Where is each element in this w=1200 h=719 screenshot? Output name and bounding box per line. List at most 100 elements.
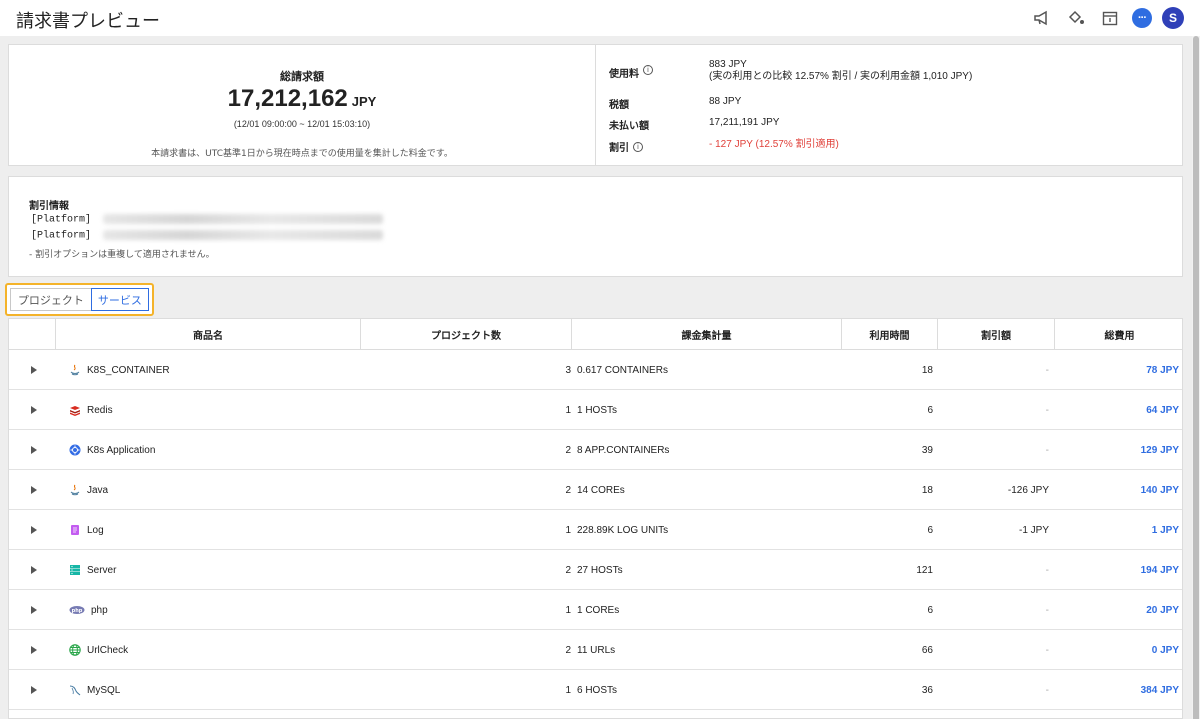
scrollbar-thumb[interactable] bbox=[1193, 36, 1199, 719]
total-cost[interactable]: 1 JPY bbox=[1059, 510, 1179, 550]
info-icon[interactable]: i bbox=[643, 65, 653, 75]
expand-arrow-icon[interactable] bbox=[31, 366, 37, 374]
col-project-count[interactable]: プロジェクト数 bbox=[361, 319, 572, 349]
expand-toggle[interactable] bbox=[31, 470, 41, 510]
total-cost[interactable]: 20 JPY bbox=[1059, 590, 1179, 630]
table-row[interactable]: Log 1 228.89K LOG UNITs 6 -1 JPY 1 JPY bbox=[9, 510, 1182, 550]
col-total[interactable]: 総費用 bbox=[1055, 319, 1182, 349]
discount-amount: -126 JPY bbox=[1007, 484, 1049, 496]
redis-icon bbox=[70, 406, 80, 416]
total-cost[interactable]: 129 JPY bbox=[1059, 430, 1179, 470]
table-row[interactable]: UrlCheck 2 11 URLs 66 - 0 JPY bbox=[9, 630, 1182, 670]
total-cost[interactable]: 140 JPY bbox=[1059, 470, 1179, 510]
usage-time: 6 bbox=[927, 604, 933, 616]
expand-toggle[interactable] bbox=[31, 590, 41, 630]
product-name: MySQL bbox=[87, 684, 121, 696]
globe-icon bbox=[69, 644, 81, 656]
view-toggle: プロジェクト サービス bbox=[5, 283, 154, 316]
col-discount[interactable]: 割引額 bbox=[938, 319, 1055, 349]
product-name: UrlCheck bbox=[87, 644, 129, 656]
usage-fee-row: 使用料 i 883 JPY (実の利用との比較 12.57% 割引 / 実の利用金額… bbox=[609, 59, 972, 83]
product-name: Server bbox=[87, 564, 117, 576]
total-cost[interactable]: 194 JPY bbox=[1059, 550, 1179, 590]
project-count: 3 bbox=[565, 364, 571, 376]
mysql-icon bbox=[69, 685, 81, 696]
service-table: 商品名 プロジェクト数 課金集計量 利用時間 割引額 総費用 K8S_CONTA… bbox=[8, 318, 1183, 719]
expand-toggle[interactable] bbox=[31, 390, 41, 430]
expand-arrow-icon[interactable] bbox=[31, 566, 37, 574]
usage-time: 121 bbox=[916, 564, 933, 576]
info-icon[interactable]: i bbox=[633, 141, 643, 152]
usage-amount: 0.617 CONTAINERs bbox=[577, 364, 668, 376]
discount-amount: - bbox=[1045, 444, 1049, 456]
usage-amount: 6 HOSTs bbox=[577, 684, 618, 696]
project-count: 1 bbox=[565, 524, 571, 536]
table-row[interactable]: Java 2 14 COREs 18 -126 JPY 140 JPY bbox=[9, 470, 1182, 510]
expand-arrow-icon[interactable] bbox=[31, 486, 37, 494]
product-name: Java bbox=[87, 484, 109, 496]
unpaid-value: 17,211,191 JPY bbox=[709, 117, 780, 128]
total-section: 総請求額 17,212,162 JPY (12/01 09:00:00 ~ 12/… bbox=[9, 45, 596, 165]
table-row[interactable]: K8s Application 2 8 APP.CONTAINERs 39 - … bbox=[9, 430, 1182, 470]
col-usage-time[interactable]: 利用時間 bbox=[842, 319, 938, 349]
expand-toggle[interactable] bbox=[31, 550, 41, 590]
project-count: 2 bbox=[565, 484, 571, 496]
table-row[interactable]: MySQL 1 6 HOSTs 36 - 384 JPY bbox=[9, 670, 1182, 710]
product-cell: K8s Application bbox=[69, 430, 155, 470]
log-icon bbox=[71, 525, 79, 535]
discount-amount: - bbox=[1045, 564, 1049, 576]
tax-label: 税額 bbox=[609, 100, 629, 111]
expand-toggle[interactable] bbox=[31, 510, 41, 550]
usage-fee-label: 使用料 bbox=[609, 69, 639, 80]
discount-amount: - bbox=[1045, 644, 1049, 656]
platform-discount-2: [Platform] bbox=[31, 230, 384, 242]
usage-time: 6 bbox=[927, 524, 933, 536]
total-cost[interactable]: 0 JPY bbox=[1059, 630, 1179, 670]
expand-arrow-icon[interactable] bbox=[31, 646, 37, 654]
discount-heading: 割引情報 bbox=[29, 201, 69, 212]
total-cost[interactable]: 384 JPY bbox=[1059, 670, 1179, 710]
table-row[interactable]: Server 2 27 HOSTs 121 - 194 JPY bbox=[9, 550, 1182, 590]
total-cost[interactable]: 64 JPY bbox=[1059, 390, 1179, 430]
expand-toggle[interactable] bbox=[31, 350, 41, 390]
expand-arrow-icon[interactable] bbox=[31, 686, 37, 694]
tax-value: 88 JPY bbox=[709, 96, 742, 107]
col-usage[interactable]: 課金集計量 bbox=[572, 319, 842, 349]
table-header: 商品名 プロジェクト数 課金集計量 利用時間 割引額 総費用 bbox=[9, 319, 1182, 350]
discount-label: 割引 bbox=[609, 143, 629, 154]
tab-project[interactable]: プロジェクト bbox=[10, 288, 91, 311]
paint-bucket-icon[interactable] bbox=[1064, 6, 1088, 30]
vertical-scrollbar[interactable] bbox=[1192, 36, 1200, 719]
total-label: 総請求額 bbox=[280, 70, 324, 83]
expand-arrow-icon[interactable] bbox=[31, 446, 37, 454]
product-cell: php php bbox=[69, 590, 108, 630]
total-cost[interactable]: 78 JPY bbox=[1059, 350, 1179, 390]
product-name: K8s Application bbox=[87, 444, 156, 456]
platform-label: [Platform] bbox=[31, 230, 92, 242]
usage-amount: 228.89K LOG UNITs bbox=[577, 524, 669, 536]
col-product-name[interactable]: 商品名 bbox=[56, 319, 361, 349]
expand-arrow-icon[interactable] bbox=[31, 526, 37, 534]
usage-time: 6 bbox=[927, 404, 933, 416]
table-row[interactable]: Redis 1 1 HOSTs 6 - 64 JPY bbox=[9, 390, 1182, 430]
expand-toggle[interactable] bbox=[31, 670, 41, 710]
usage-time: 36 bbox=[921, 684, 933, 696]
expand-column-header bbox=[9, 319, 56, 349]
expand-arrow-icon[interactable] bbox=[31, 606, 37, 614]
megaphone-icon[interactable] bbox=[1030, 6, 1054, 30]
avatar[interactable]: S bbox=[1162, 7, 1184, 29]
usage-amount: 8 APP.CONTAINERs bbox=[577, 444, 670, 456]
tax-row: 税額 88 JPY bbox=[609, 96, 741, 111]
chat-icon[interactable]: ··· bbox=[1132, 8, 1152, 28]
product-name: php bbox=[91, 604, 108, 616]
table-row[interactable]: K8S_CONTAINER 3 0.617 CONTAINERs 18 - 78… bbox=[9, 350, 1182, 390]
table-row[interactable]: php php 1 1 COREs 6 - 20 JPY bbox=[9, 590, 1182, 630]
usage-amount: 27 HOSTs bbox=[577, 564, 623, 576]
expand-toggle[interactable] bbox=[31, 630, 41, 670]
tab-service[interactable]: サービス bbox=[90, 288, 149, 311]
discount-amount: - bbox=[1045, 684, 1049, 696]
expand-arrow-icon[interactable] bbox=[31, 406, 37, 414]
discount-amount: - bbox=[1045, 604, 1049, 616]
calendar-icon[interactable] bbox=[1098, 6, 1122, 30]
expand-toggle[interactable] bbox=[31, 430, 41, 470]
